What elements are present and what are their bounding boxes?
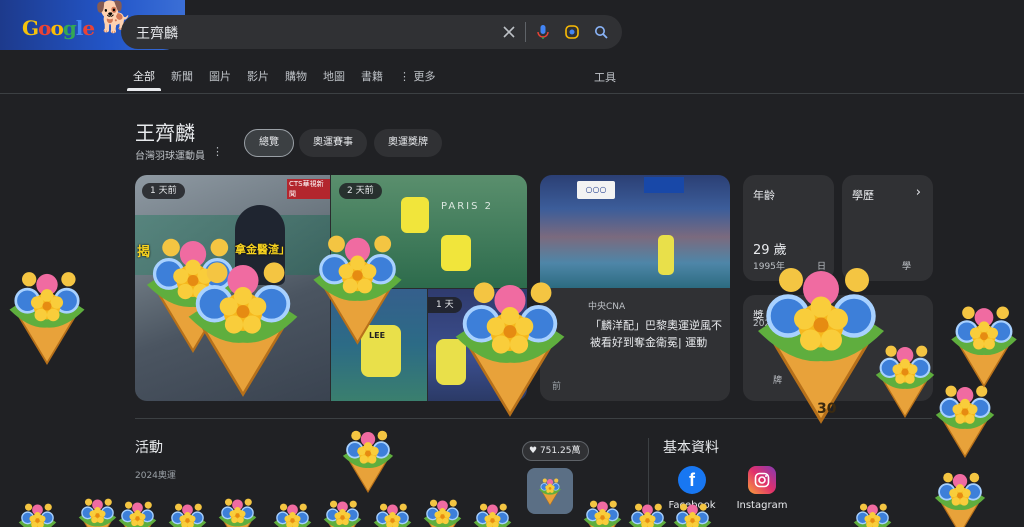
info-sub-age: 1995年 — [753, 262, 785, 272]
image-player — [441, 235, 471, 271]
jersey-text: LEE — [369, 331, 386, 340]
flower-celebrate-button[interactable] — [527, 468, 573, 514]
image-player — [436, 339, 466, 385]
activity-title: 活動 — [135, 440, 163, 456]
bouquet-icon — [853, 502, 892, 527]
search-divider — [525, 22, 526, 42]
info-label-age: 年齡 — [753, 189, 775, 202]
image-headline: 揭 — [137, 245, 151, 260]
tab-all[interactable]: 全部 — [127, 68, 161, 91]
info-card-age[interactable]: 年齡 29 歲 1995年 日 — [743, 175, 834, 281]
entity-more-icon[interactable]: ⋮ — [212, 145, 223, 158]
chip-overview[interactable]: 總覽 — [244, 129, 294, 157]
info-sub-education: 學 — [902, 262, 912, 272]
cts-logo: CTS華視新聞 — [287, 179, 330, 199]
chip-olympic-medals[interactable]: 奧運獎牌 — [374, 129, 442, 157]
like-count: 751.25萬 — [539, 446, 581, 456]
flower-icon — [538, 478, 562, 506]
info-sub-medal: 牌 — [773, 376, 783, 386]
bouquet-icon — [118, 500, 157, 527]
facebook-label: Facebook — [668, 500, 716, 511]
bouquet-icon — [168, 502, 207, 527]
info-card-awards[interactable]: 獎 202 牌 — [743, 295, 933, 401]
bouquet-icon — [933, 471, 987, 527]
bouquet-icon — [78, 497, 117, 527]
image-thumbnail[interactable]: PARIS 2 2 天前 — [331, 175, 527, 288]
bouquet-icon — [341, 429, 395, 493]
microphone-icon[interactable] — [533, 22, 553, 42]
bouquet-icon — [273, 502, 312, 527]
time-badge: 1 天前 — [142, 183, 185, 199]
tab-images[interactable]: 圖片 — [209, 68, 231, 88]
more-dots-icon: ⋮ — [399, 70, 414, 83]
bouquet-icon — [583, 499, 622, 527]
news-time: 前 — [552, 382, 562, 392]
time-badge: 2 天前 — [339, 183, 382, 199]
like-count-badge[interactable]: ♥ 751.25萬 — [522, 441, 590, 461]
image-court — [135, 215, 330, 275]
tab-shopping[interactable]: 購物 — [285, 68, 307, 88]
bouquet-icon — [473, 502, 512, 527]
news-title[interactable]: 「麟洋配」巴黎奧運逆風不被看好到奪金衛冕| 運動 — [590, 317, 726, 351]
tools-button[interactable]: 工具 — [594, 69, 616, 85]
news-card[interactable]: ○○○ 中央CNA 「麟洋配」巴黎奧運逆風不被看好到奪金衛冕| 運動 前 — [540, 175, 730, 401]
image-thumbnail[interactable]: 1 天 — [428, 289, 527, 401]
heart-icon: ♥ — [529, 446, 538, 456]
header-divider — [0, 93, 1024, 94]
news-player — [658, 235, 674, 275]
info-card-education[interactable]: 學歷 › 學 — [842, 175, 933, 281]
scoreboard — [644, 177, 684, 193]
image-paris-text: PARIS 2 — [441, 201, 494, 212]
bouquet-counter: 30 — [817, 401, 837, 417]
search-icon[interactable] — [591, 22, 611, 42]
google-logo: Google — [22, 16, 95, 40]
time-badge: 1 天 — [428, 297, 462, 313]
lens-icon[interactable] — [562, 22, 582, 42]
bouquet-icon — [950, 305, 1018, 388]
bouquet-icon — [323, 499, 362, 527]
clear-icon[interactable] — [499, 22, 519, 42]
bouquet-icon — [423, 498, 462, 527]
basic-info-title: 基本資料 — [663, 440, 719, 456]
image-player — [401, 197, 429, 233]
image-collage[interactable]: 揭 拿金醫渣」 CTS華視新聞 1 天前 PARIS 2 2 天前 LEE 1 … — [135, 175, 527, 401]
search-box[interactable]: 王齊麟 — [121, 15, 622, 49]
news-image: ○○○ — [540, 175, 730, 288]
bouquet-icon — [218, 497, 257, 527]
chip-olympic-events[interactable]: 奧運賽事 — [299, 129, 367, 157]
instagram-icon — [748, 466, 776, 494]
tab-news[interactable]: 新聞 — [171, 68, 193, 88]
image-headline-2: 拿金醫渣」 — [235, 243, 290, 256]
facebook-icon: f — [678, 466, 706, 494]
tab-videos[interactable]: 影片 — [247, 68, 269, 88]
entity-title: 王齊麟 — [135, 121, 195, 145]
section-vertical-divider — [648, 438, 649, 527]
olympic-rings-icon: ○○○ — [577, 181, 615, 199]
bouquet-icon — [373, 502, 412, 527]
tab-more[interactable]: ⋮ 更多 — [399, 68, 436, 88]
instagram-label: Instagram — [736, 500, 788, 511]
tab-maps[interactable]: 地圖 — [323, 68, 345, 88]
bouquet-icon — [8, 270, 86, 365]
news-source: 中央CNA — [588, 302, 626, 312]
image-thumbnail[interactable]: LEE — [331, 289, 427, 401]
bouquet-icon — [934, 384, 996, 458]
activity-subtitle: 2024奧運 — [135, 471, 176, 481]
chevron-right-icon: › — [915, 185, 921, 200]
info-label-education: 學歷 — [852, 189, 874, 202]
tab-books[interactable]: 書籍 — [361, 68, 383, 88]
tab-more-label: 更多 — [413, 70, 436, 83]
section-divider — [135, 418, 932, 419]
info-sub-awards: 202 — [753, 319, 771, 329]
search-tabs: 全部 新聞 圖片 影片 購物 地圖 書籍 ⋮ 更多 — [127, 68, 452, 91]
image-thumbnail[interactable]: 揭 拿金醫渣」 CTS華視新聞 1 天前 — [135, 175, 330, 401]
search-input[interactable]: 王齊麟 — [136, 23, 178, 43]
info-sub-age-tail: 日 — [817, 262, 827, 272]
info-value-age: 29 歲 — [753, 243, 787, 258]
instagram-link[interactable]: Instagram — [732, 466, 792, 511]
entity-subtitle: 台灣羽球運動員 — [135, 151, 205, 162]
facebook-link[interactable]: f Facebook — [662, 466, 722, 511]
bouquet-icon — [18, 502, 57, 527]
